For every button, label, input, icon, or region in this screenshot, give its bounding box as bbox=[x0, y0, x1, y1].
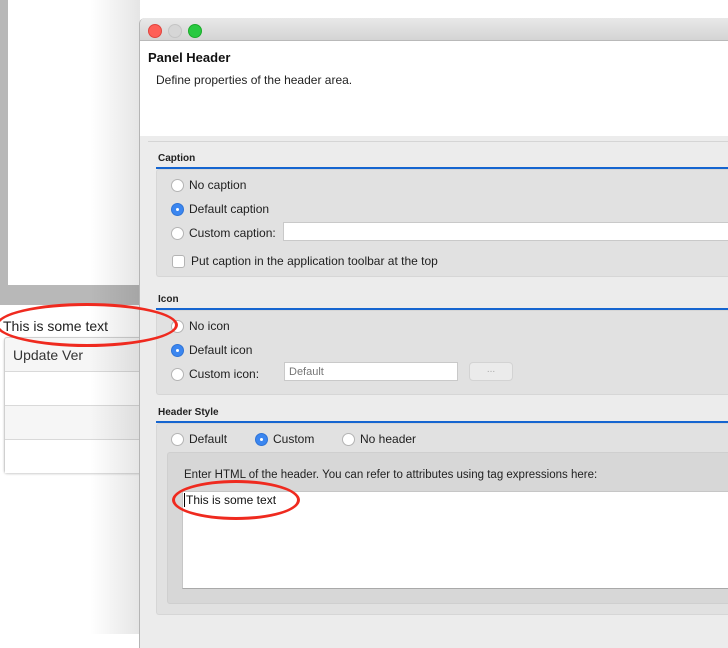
title-bar[interactable] bbox=[140, 18, 728, 41]
no-icon-radio[interactable]: No icon bbox=[171, 319, 230, 333]
rendered-header-text: This is some text bbox=[3, 318, 109, 334]
radio-label: No icon bbox=[189, 319, 230, 333]
radio-selected-icon[interactable] bbox=[255, 432, 268, 446]
custom-icon-input[interactable] bbox=[284, 362, 458, 381]
icon-section: Icon No icon Default icon Custom icon: .… bbox=[156, 294, 728, 395]
table-header: Update Ver bbox=[5, 338, 151, 372]
header-style-box: Default Custom No header Enter HTML of t… bbox=[156, 423, 728, 615]
checkbox-icon[interactable] bbox=[172, 254, 185, 268]
html-editor-label: Enter HTML of the header. You can refer … bbox=[184, 469, 598, 481]
html-editor-value[interactable]: This is some text bbox=[184, 493, 276, 507]
no-caption-radio[interactable]: No caption bbox=[171, 178, 246, 192]
no-header-radio[interactable]: No header bbox=[342, 432, 416, 446]
dialog-description: Define properties of the header area. bbox=[156, 73, 353, 87]
caption-options-box: No caption Default caption Custom captio… bbox=[156, 169, 728, 277]
radio-label: Custom icon: bbox=[189, 367, 260, 381]
close-window-button[interactable] bbox=[148, 24, 162, 38]
custom-caption-radio[interactable]: Custom caption: bbox=[171, 226, 276, 240]
background-window-content bbox=[8, 0, 150, 285]
html-editor-group: Enter HTML of the header. You can refer … bbox=[167, 452, 728, 604]
radio-label: No header bbox=[360, 432, 417, 446]
panel-header-dialog: Panel Header Define properties of the he… bbox=[139, 18, 728, 648]
radio-label: Default caption bbox=[189, 202, 270, 216]
background-window-frame bbox=[0, 0, 150, 305]
background-table: Update Ver bbox=[4, 337, 151, 473]
radio-selected-icon[interactable] bbox=[171, 202, 184, 216]
radio-icon[interactable] bbox=[171, 178, 184, 192]
radio-icon[interactable] bbox=[171, 432, 184, 446]
radio-label: Custom bbox=[273, 432, 315, 446]
dialog-header: Panel Header Define properties of the he… bbox=[140, 41, 728, 136]
radio-icon[interactable] bbox=[171, 319, 184, 333]
default-caption-radio[interactable]: Default caption bbox=[171, 202, 269, 216]
table-row[interactable] bbox=[5, 406, 151, 440]
caption-section: Caption No caption Default caption Custo… bbox=[156, 153, 728, 277]
minimize-window-button[interactable] bbox=[168, 24, 182, 38]
radio-label: Default bbox=[189, 432, 228, 446]
custom-icon-radio[interactable]: Custom icon: bbox=[171, 367, 259, 381]
custom-caption-input[interactable] bbox=[283, 222, 728, 241]
radio-selected-icon[interactable] bbox=[171, 343, 184, 357]
radio-label: Custom caption: bbox=[189, 226, 276, 240]
radio-label: Default icon bbox=[189, 343, 253, 357]
icon-section-title: Icon bbox=[158, 294, 179, 305]
header-style-section: Header Style Default Custom No header En… bbox=[156, 407, 728, 615]
radio-label: No caption bbox=[189, 178, 247, 192]
radio-icon[interactable] bbox=[171, 367, 184, 381]
icon-options-box: No icon Default icon Custom icon: ... bbox=[156, 310, 728, 395]
custom-header-radio[interactable]: Custom bbox=[255, 432, 314, 446]
default-header-radio[interactable]: Default bbox=[171, 432, 227, 446]
browse-icon-button[interactable]: ... bbox=[469, 362, 513, 381]
toolbar-caption-checkbox[interactable]: Put caption in the application toolbar a… bbox=[172, 254, 438, 268]
table-row[interactable] bbox=[5, 372, 151, 406]
table-row[interactable] bbox=[5, 440, 151, 473]
radio-icon[interactable] bbox=[342, 432, 355, 446]
caption-section-title: Caption bbox=[158, 153, 196, 164]
dialog-title: Panel Header bbox=[148, 50, 231, 65]
default-icon-radio[interactable]: Default icon bbox=[171, 343, 252, 357]
radio-icon[interactable] bbox=[171, 226, 184, 240]
html-editor-textarea[interactable]: This is some text bbox=[182, 491, 728, 589]
zoom-window-button[interactable] bbox=[188, 24, 202, 38]
divider bbox=[148, 141, 728, 142]
header-style-section-title: Header Style bbox=[158, 407, 219, 418]
checkbox-label: Put caption in the application toolbar a… bbox=[191, 254, 438, 268]
